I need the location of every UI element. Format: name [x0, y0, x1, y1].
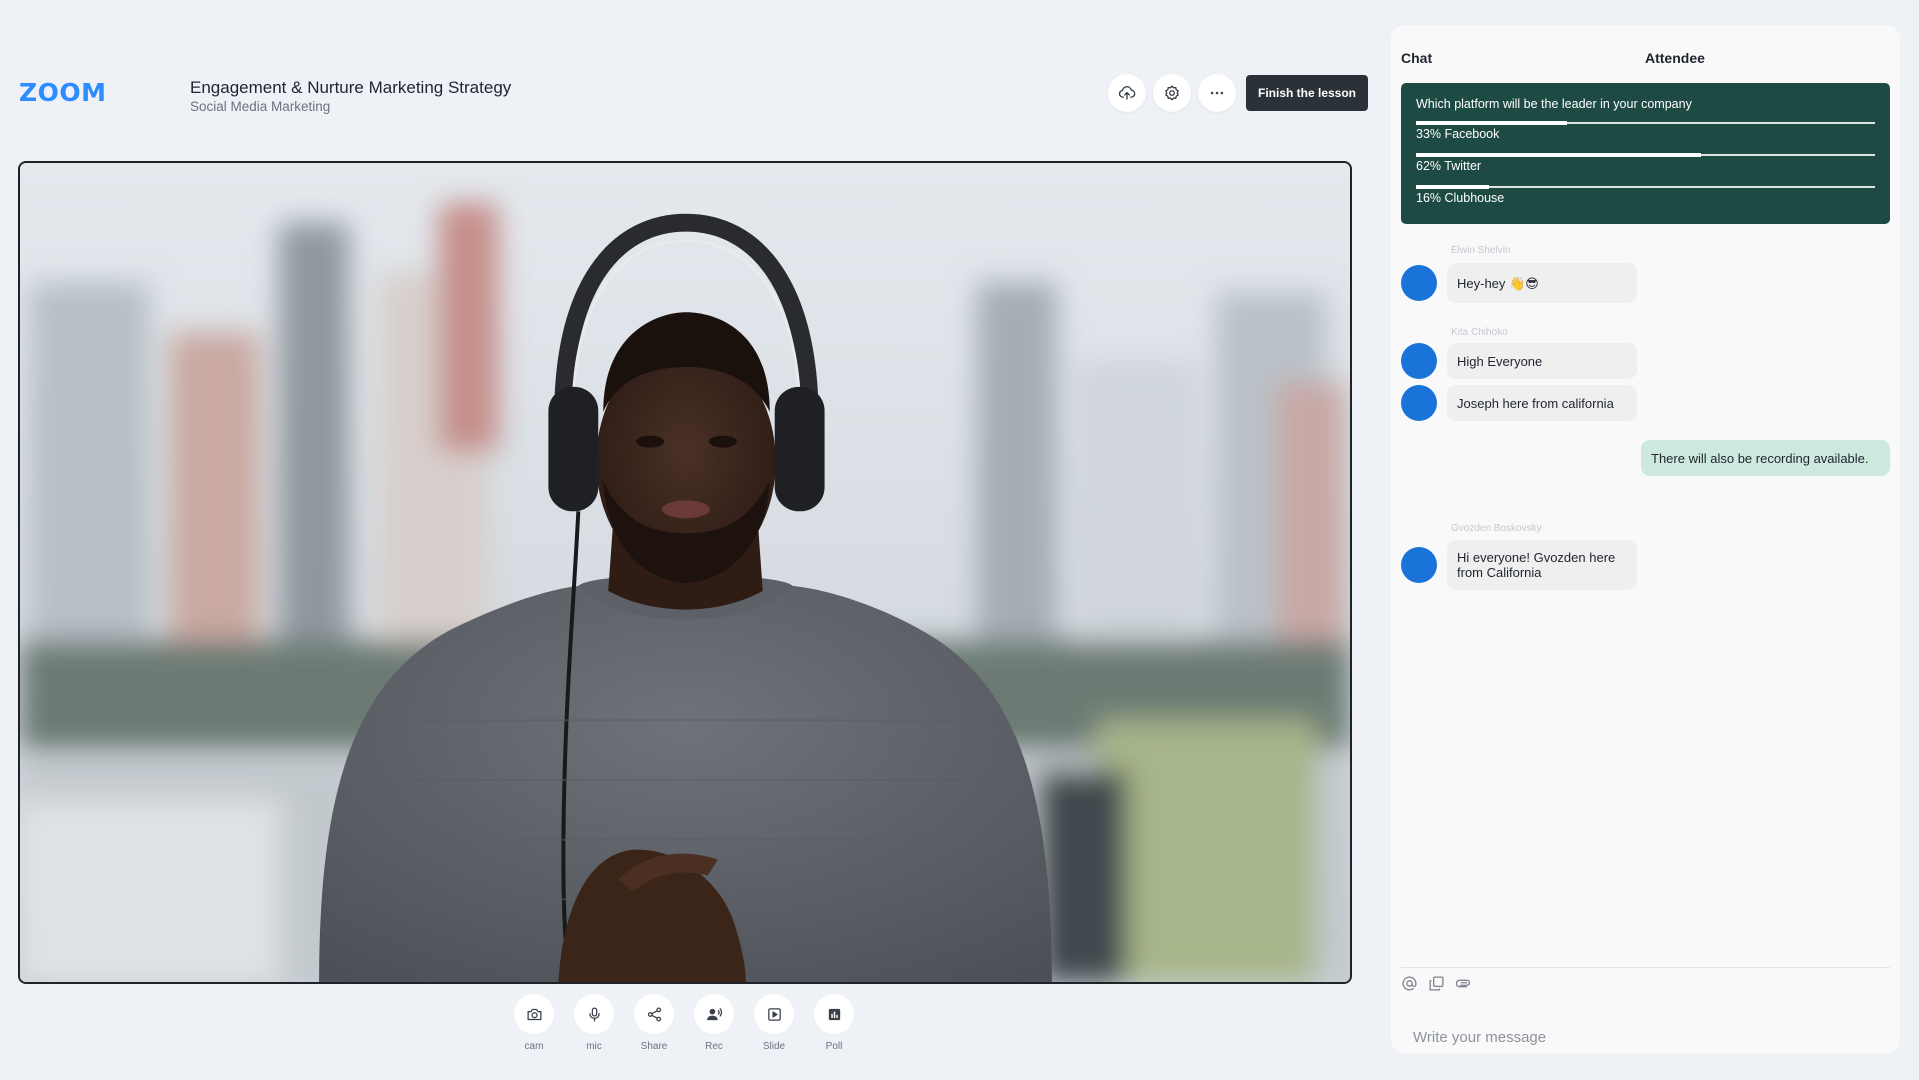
- at-icon: [1402, 976, 1417, 991]
- cam-button[interactable]: cam: [514, 994, 554, 1052]
- slide-button-circle[interactable]: [754, 994, 794, 1034]
- poll-option[interactable]: 33% Facebook: [1416, 121, 1875, 141]
- mic-button-circle[interactable]: [574, 994, 614, 1034]
- share-icon: [647, 1006, 661, 1022]
- poll-option[interactable]: 16% Clubhouse: [1416, 185, 1875, 205]
- message-input[interactable]: [1413, 1026, 1883, 1048]
- poll-option[interactable]: 62% Twitter: [1416, 153, 1875, 173]
- message-sender: Gvozden Boskovsky: [1451, 523, 1542, 534]
- meeting-controls: cam mic Share Rec Slide Poll: [514, 994, 854, 1052]
- share-button-circle[interactable]: [634, 994, 674, 1034]
- settings-button[interactable]: [1153, 74, 1191, 112]
- cam-button-circle[interactable]: [514, 994, 554, 1034]
- poll-option-label: 33% Facebook: [1416, 127, 1500, 141]
- poll-icon: [828, 1008, 840, 1020]
- message-bubble: Hey-hey 👋😎: [1447, 263, 1637, 303]
- poll-option-fill: [1416, 153, 1701, 157]
- zoom-logo: ZOOM: [19, 78, 107, 107]
- slide-label: Slide: [762, 1041, 786, 1052]
- poll-button[interactable]: Poll: [814, 994, 854, 1052]
- copy-button[interactable]: [1428, 975, 1445, 992]
- slide-icon: [767, 1007, 781, 1021]
- poll-question: Which platform will be the leader in you…: [1416, 97, 1692, 111]
- poll-option-fill: [1416, 121, 1568, 125]
- more-horizontal-icon: [1210, 91, 1224, 95]
- rec-button-circle[interactable]: [694, 994, 734, 1034]
- attach-button[interactable]: [1455, 975, 1472, 992]
- message-bubble: High Everyone: [1447, 343, 1637, 379]
- header-actions: Finish the lesson: [1108, 74, 1369, 112]
- own-message-bubble: There will also be recording available.: [1641, 440, 1890, 476]
- gear-icon: [1165, 85, 1179, 101]
- composer-divider: [1401, 967, 1890, 968]
- mic-icon: [588, 1006, 600, 1022]
- slide-button[interactable]: Slide: [754, 994, 794, 1052]
- rec-button[interactable]: Rec: [694, 994, 734, 1052]
- lesson-subtitle: Social Media Marketing: [190, 99, 331, 114]
- message-bubble: Hi everyone! Gvozden here from Californi…: [1447, 540, 1637, 590]
- upload-button[interactable]: [1108, 74, 1146, 112]
- upload-cloud-icon: [1118, 86, 1136, 100]
- avatar[interactable]: [1401, 265, 1437, 301]
- presenter-video-image: [20, 163, 1350, 982]
- mic-label: mic: [586, 1041, 602, 1052]
- record-icon: [706, 1007, 722, 1020]
- tab-attendee[interactable]: Attendee: [1645, 50, 1705, 66]
- copy-icon: [1429, 976, 1444, 991]
- mic-button[interactable]: mic: [574, 994, 614, 1052]
- camera-icon: [526, 1008, 542, 1020]
- more-options-button[interactable]: [1198, 74, 1236, 112]
- avatar[interactable]: [1401, 385, 1437, 421]
- poll-option-fill: [1416, 185, 1490, 189]
- avatar[interactable]: [1401, 547, 1437, 583]
- message-text-line: from California: [1457, 565, 1542, 580]
- panel-tabs: Chat Attendee: [1401, 50, 1890, 70]
- share-label: Share: [640, 1041, 668, 1052]
- poll-option-label: 16% Clubhouse: [1416, 191, 1505, 205]
- composer-toolbar: [1401, 975, 1472, 992]
- lesson-title: Engagement & Nurture Marketing Strategy: [190, 78, 512, 97]
- tab-chat[interactable]: Chat: [1401, 50, 1432, 66]
- attachment-icon: [1455, 979, 1471, 988]
- mention-button[interactable]: [1401, 975, 1418, 992]
- poll-option-label: 62% Twitter: [1416, 159, 1482, 173]
- poll-button-circle[interactable]: [814, 994, 854, 1034]
- poll-card: Which platform will be the leader in you…: [1401, 83, 1890, 224]
- message-bubble: Joseph here from california: [1447, 385, 1637, 421]
- avatar[interactable]: [1401, 343, 1437, 379]
- cam-label: cam: [524, 1041, 544, 1052]
- message-sender: Kita Chihoko: [1451, 327, 1508, 338]
- share-button[interactable]: Share: [634, 994, 674, 1052]
- message-text-line: Hi everyone! Gvozden here: [1457, 550, 1616, 565]
- video-feed: [18, 161, 1352, 984]
- side-panel: Chat Attendee Which platform will be the…: [1391, 25, 1900, 1054]
- poll-label: Poll: [825, 1041, 843, 1052]
- message-sender: Elwin Shelvin: [1451, 245, 1511, 256]
- rec-label: Rec: [705, 1041, 723, 1052]
- finish-lesson-button[interactable]: Finish the lesson: [1246, 75, 1369, 111]
